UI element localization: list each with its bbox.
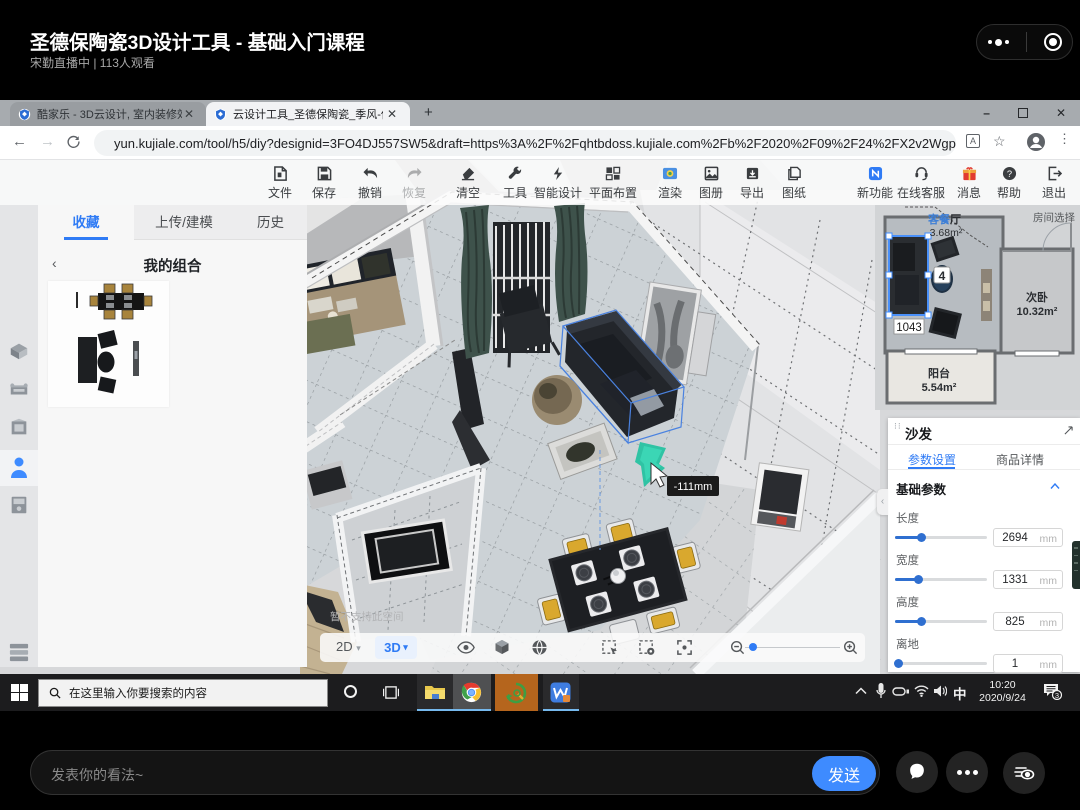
- svg-text:-111mm: -111mm: [674, 481, 713, 493]
- svg-text:次卧: 次卧: [1026, 290, 1048, 304]
- svg-text:4: 4: [939, 269, 946, 283]
- svg-text:暂不支持此空间: 暂不支持此空间: [330, 610, 404, 623]
- svg-text:3.68m²: 3.68m²: [930, 227, 963, 239]
- svg-text:客餐厅: 客餐厅: [927, 212, 961, 226]
- svg-text:3: 3: [1055, 691, 1059, 700]
- svg-text:?: ?: [1006, 169, 1011, 179]
- svg-text:1043: 1043: [896, 322, 922, 334]
- svg-text:房间选择: 房间选择: [1033, 211, 1075, 224]
- svg-text:10.32m²: 10.32m²: [1017, 306, 1058, 318]
- svg-text:5.54m²: 5.54m²: [922, 382, 957, 394]
- svg-text:阳台: 阳台: [928, 366, 950, 380]
